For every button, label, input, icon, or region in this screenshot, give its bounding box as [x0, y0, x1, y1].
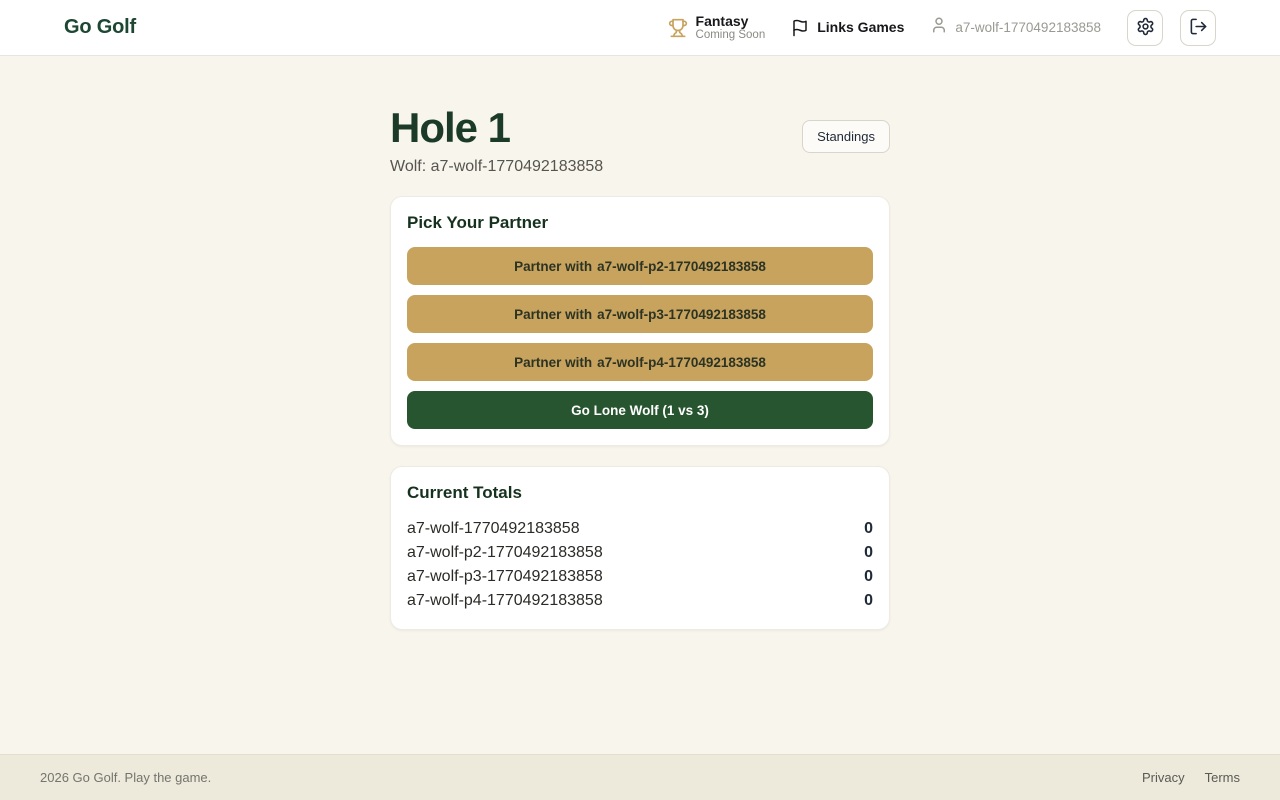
logout-icon	[1189, 17, 1208, 39]
terms-link[interactable]: Terms	[1205, 770, 1240, 785]
current-totals-card: Current Totals a7-wolf-1770492183858 0 a…	[390, 466, 890, 630]
content-column: Hole 1 Wolf: a7-wolf-1770492183858 Stand…	[390, 56, 890, 630]
nav-fantasy-text: Fantasy Coming Soon	[696, 13, 766, 42]
username-text: a7-wolf-1770492183858	[955, 20, 1101, 35]
partner-button-name: a7-wolf-p3-1770492183858	[597, 307, 766, 322]
partner-button-name: a7-wolf-p2-1770492183858	[597, 259, 766, 274]
partner-button-prefix: Partner with	[514, 259, 592, 274]
totals-row: a7-wolf-1770492183858 0	[407, 517, 873, 541]
user-icon	[930, 16, 948, 39]
header-buttons	[1127, 10, 1216, 46]
nav-item-links-games[interactable]: Links Games	[791, 19, 904, 37]
title-block: Hole 1 Wolf: a7-wolf-1770492183858	[390, 106, 603, 176]
nav-item-fantasy[interactable]: Fantasy Coming Soon	[668, 13, 766, 42]
totals-player-name: a7-wolf-p3-1770492183858	[407, 568, 603, 586]
lone-wolf-button[interactable]: Go Lone Wolf (1 vs 3)	[407, 391, 873, 429]
footer-copyright: 2026 Go Golf. Play the game.	[40, 770, 211, 785]
app-header: Go Golf Fantasy Coming Soon	[0, 0, 1280, 56]
totals-player-score: 0	[864, 520, 873, 538]
user-chip: a7-wolf-1770492183858	[930, 16, 1101, 39]
current-totals-title: Current Totals	[407, 483, 873, 503]
partner-button-prefix: Partner with	[514, 355, 592, 370]
page-title: Hole 1	[390, 106, 603, 150]
app-logo[interactable]: Go Golf	[64, 16, 136, 39]
pick-partner-title: Pick Your Partner	[407, 213, 873, 233]
partner-button-p4[interactable]: Partner with a7-wolf-p4-1770492183858	[407, 343, 873, 381]
partner-button-p3[interactable]: Partner with a7-wolf-p3-1770492183858	[407, 295, 873, 333]
privacy-link[interactable]: Privacy	[1142, 770, 1185, 785]
totals-player-name: a7-wolf-1770492183858	[407, 520, 580, 538]
standings-button[interactable]: Standings	[802, 120, 890, 153]
wolf-subtitle: Wolf: a7-wolf-1770492183858	[390, 158, 603, 176]
main-area: Hole 1 Wolf: a7-wolf-1770492183858 Stand…	[0, 56, 1280, 754]
trophy-icon	[668, 18, 688, 38]
nav-links-games-label: Links Games	[817, 19, 904, 35]
settings-button[interactable]	[1127, 10, 1163, 46]
totals-player-score: 0	[864, 568, 873, 586]
logout-button[interactable]	[1180, 10, 1216, 46]
totals-player-name: a7-wolf-p2-1770492183858	[407, 544, 603, 562]
partner-button-name: a7-wolf-p4-1770492183858	[597, 355, 766, 370]
partner-button-p2[interactable]: Partner with a7-wolf-p2-1770492183858	[407, 247, 873, 285]
pick-partner-card: Pick Your Partner Partner with a7-wolf-p…	[390, 196, 890, 446]
totals-player-name: a7-wolf-p4-1770492183858	[407, 592, 603, 610]
header-nav: Fantasy Coming Soon Links Games a7-wolf-…	[668, 10, 1216, 46]
totals-row: a7-wolf-p4-1770492183858 0	[407, 589, 873, 613]
page-footer: 2026 Go Golf. Play the game. Privacy Ter…	[0, 754, 1280, 800]
totals-row: a7-wolf-p2-1770492183858 0	[407, 541, 873, 565]
totals-row: a7-wolf-p3-1770492183858 0	[407, 565, 873, 589]
flag-icon	[791, 19, 809, 37]
nav-fantasy-sublabel: Coming Soon	[696, 29, 766, 42]
title-row: Hole 1 Wolf: a7-wolf-1770492183858 Stand…	[390, 106, 890, 176]
totals-player-score: 0	[864, 592, 873, 610]
partner-button-prefix: Partner with	[514, 307, 592, 322]
nav-fantasy-label: Fantasy	[696, 13, 766, 29]
footer-links: Privacy Terms	[1142, 770, 1240, 785]
totals-player-score: 0	[864, 544, 873, 562]
gear-icon	[1136, 17, 1155, 39]
